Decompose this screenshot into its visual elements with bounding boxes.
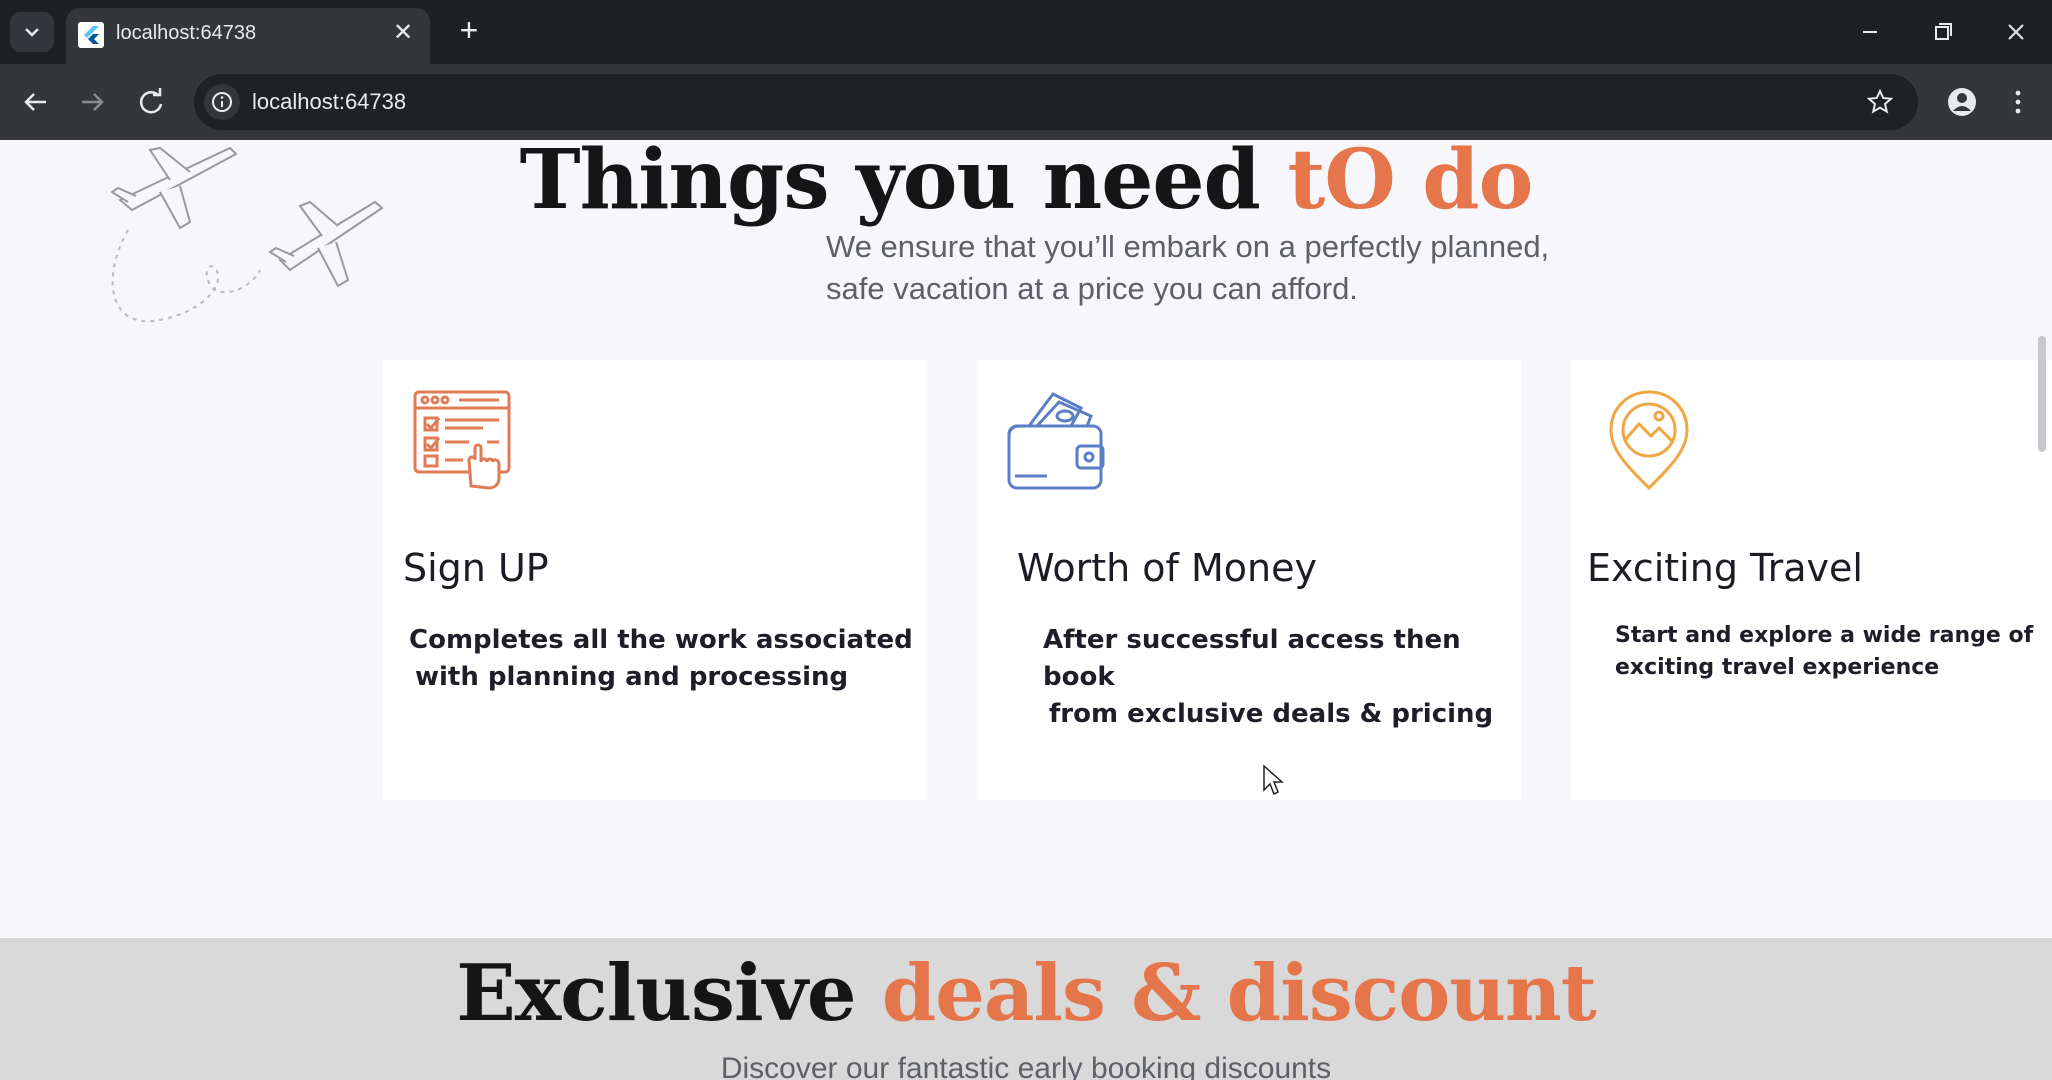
browser-tab-strip: localhost:64738 ✕ + bbox=[0, 0, 2052, 66]
heading-main-text: Things you need bbox=[519, 140, 1288, 228]
card-text-line-2: exciting travel experience bbox=[1615, 655, 1940, 680]
page-content: Things you need tO do We ensure that you… bbox=[0, 140, 2052, 1080]
feature-card-exciting-travel: Exciting Travel Start and explore a wide… bbox=[1571, 360, 2052, 800]
card-text-line-1: After successful access then book bbox=[1043, 625, 1461, 692]
subtitle-line-1: We ensure that you’ll embark on a perfec… bbox=[826, 229, 1550, 264]
card-title: Worth of Money bbox=[1017, 546, 1317, 590]
deals-heading-main: Exclusive bbox=[456, 948, 882, 1039]
bookmark-star-icon[interactable] bbox=[1864, 86, 1896, 118]
card-text-line-2: with planning and processing bbox=[415, 662, 849, 692]
browser-tab[interactable]: localhost:64738 ✕ bbox=[66, 8, 430, 66]
mouse-cursor-icon bbox=[1263, 764, 1284, 796]
heading-accent-text: tO do bbox=[1287, 140, 1533, 228]
forward-arrow-icon[interactable] bbox=[72, 82, 112, 122]
tab-search-button[interactable] bbox=[10, 12, 54, 52]
card-text-line-1: Start and explore a wide range of bbox=[1615, 623, 2034, 648]
new-tab-button[interactable]: + bbox=[452, 14, 486, 48]
deals-subtitle: Discover our fantastic early booking dis… bbox=[720, 1052, 1332, 1080]
card-title: Sign UP bbox=[403, 546, 549, 590]
location-pin-icon bbox=[1609, 390, 1689, 490]
card-text-line-2: from exclusive deals & pricing bbox=[1049, 699, 1494, 729]
reload-icon[interactable] bbox=[131, 82, 171, 122]
info-icon bbox=[212, 92, 232, 112]
subtitle-line-2: safe vacation at a price you can afford. bbox=[826, 271, 1358, 306]
deals-heading: Exclusive deals & discount bbox=[0, 948, 2052, 1039]
page-scrollbar-thumb[interactable] bbox=[2038, 336, 2046, 452]
card-title: Exciting Travel bbox=[1587, 546, 1863, 590]
card-text-line-1: Completes all the work associated bbox=[409, 625, 913, 655]
flutter-logo-icon bbox=[78, 22, 104, 48]
hero-subtitle: We ensure that you’ll embark on a perfec… bbox=[826, 226, 1646, 310]
wallet-icon bbox=[1007, 392, 1105, 490]
restore-icon[interactable] bbox=[1918, 10, 1966, 54]
feature-card-sign-up: Sign UP Completes all the work associate… bbox=[383, 360, 927, 800]
chevron-down-icon bbox=[25, 28, 39, 37]
deals-section: Exclusive deals & discount Discover our … bbox=[0, 938, 2052, 1080]
back-arrow-icon[interactable] bbox=[16, 82, 56, 122]
address-bar[interactable]: localhost:64738 bbox=[194, 74, 1918, 130]
profile-avatar-icon[interactable] bbox=[1942, 82, 1982, 122]
checklist-click-icon bbox=[413, 390, 511, 490]
site-info-button[interactable] bbox=[204, 84, 240, 120]
card-description: After successful access then book from e… bbox=[1043, 622, 1521, 733]
card-description: Start and explore a wide range of exciti… bbox=[1615, 620, 2033, 684]
browser-toolbar: localhost:64738 bbox=[0, 64, 2052, 140]
tab-title: localhost:64738 bbox=[116, 22, 257, 44]
card-description: Completes all the work associated with p… bbox=[409, 622, 913, 696]
minimize-icon[interactable] bbox=[1846, 10, 1894, 54]
deals-heading-accent: deals & discount bbox=[881, 948, 1597, 1039]
feature-card-worth-of-money: Worth of Money After successful access t… bbox=[977, 360, 1521, 800]
tab-close-icon[interactable]: ✕ bbox=[390, 20, 416, 46]
close-window-icon[interactable] bbox=[1992, 10, 2040, 54]
url-text: localhost:64738 bbox=[252, 89, 407, 114]
things-to-do-heading: Things you need tO do bbox=[0, 140, 2052, 228]
more-menu-icon[interactable] bbox=[2000, 82, 2036, 122]
